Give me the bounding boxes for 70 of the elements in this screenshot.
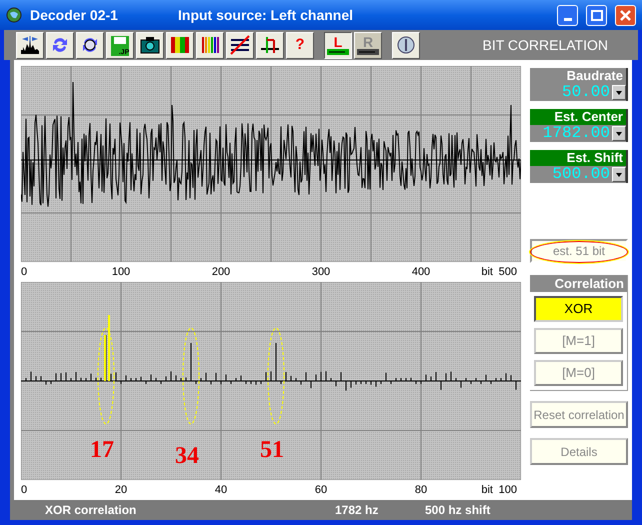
- group-title: Correlation: [530, 275, 627, 292]
- minimize-icon: [564, 18, 572, 20]
- toolbar-button[interactable]: [46, 32, 74, 58]
- caret-icon: [616, 90, 622, 94]
- field-label: Est. Shift: [530, 150, 626, 166]
- channel-button[interactable]: L: [324, 32, 352, 58]
- estimate-button[interactable]: est. 51 bit: [530, 239, 628, 263]
- marker-label: 17: [90, 436, 114, 465]
- dropdown-button[interactable]: [612, 85, 626, 100]
- minimize-button[interactable]: [557, 4, 578, 26]
- toolbar-button[interactable]: [166, 32, 194, 58]
- toolbar-button[interactable]: [256, 32, 284, 58]
- channel-button[interactable]: R: [354, 32, 382, 58]
- status-text: 500 hz shift: [425, 502, 490, 519]
- input-source-label: Input source: Left channel: [178, 6, 354, 25]
- caret-icon: [616, 132, 622, 136]
- marker-label: 51: [260, 436, 284, 465]
- dropdown-button[interactable]: [612, 167, 626, 182]
- crossed-grid-icon: [229, 34, 251, 56]
- action-button[interactable]: Reset correlation: [530, 401, 628, 428]
- field-label: Est. Center: [530, 109, 626, 125]
- value-field[interactable]: 50.00: [530, 84, 626, 101]
- camera-icon: [139, 34, 161, 56]
- axis-tick-label: 500: [498, 265, 517, 280]
- toolbar-button[interactable]: [136, 32, 164, 58]
- axis-tick-label: 60: [314, 483, 328, 498]
- spectrum-icon: [19, 34, 41, 56]
- axis-tick-label: 100: [112, 265, 130, 280]
- color-bars-icon: [169, 34, 191, 56]
- channel-meter-icon: [327, 49, 349, 55]
- axis-tick-label: 40: [214, 483, 228, 498]
- maximize-button[interactable]: [586, 4, 607, 26]
- color-lines-icon: [199, 34, 221, 56]
- power-icon: [395, 34, 417, 56]
- globe-icon: [6, 7, 22, 23]
- toolbar-button[interactable]: [16, 32, 44, 58]
- toolbar-button[interactable]: [392, 32, 420, 58]
- mode-button[interactable]: XOR: [534, 296, 623, 322]
- axis-unit-label: bit: [481, 265, 493, 280]
- close-icon: [620, 10, 631, 20]
- marker-label: 34: [175, 442, 199, 471]
- axis-tick-label: 20: [114, 483, 128, 498]
- window-title: Decoder 02-1: [30, 6, 119, 24]
- close-button[interactable]: [615, 4, 636, 26]
- toolbar-button[interactable]: [226, 32, 254, 58]
- value-field[interactable]: 500.00: [530, 166, 626, 183]
- axis-unit-label: bit: [481, 483, 493, 498]
- status-text: 1782 hz: [335, 502, 380, 519]
- axis-tick-label: 80: [414, 483, 428, 498]
- status-text: XOR correlation: [44, 502, 138, 519]
- axes-icon: [259, 34, 281, 56]
- axis-tick-label: 300: [312, 265, 330, 280]
- caret-icon: [616, 172, 622, 176]
- field-label: Baudrate: [530, 68, 626, 84]
- help-button[interactable]: ?: [286, 32, 314, 58]
- mode-button[interactable]: [M=1]: [534, 328, 623, 354]
- channel-meter-icon: [357, 49, 379, 55]
- panel-title: BIT CORRELATION: [482, 36, 608, 54]
- mode-button[interactable]: [M=0]: [534, 360, 623, 386]
- maximize-icon: [590, 10, 602, 20]
- toolbar-button[interactable]: [76, 32, 104, 58]
- axis-tick-label: 200: [212, 265, 230, 280]
- axis-tick-label: 0: [21, 483, 28, 498]
- axis-tick-label: 100: [498, 483, 517, 498]
- dropdown-button[interactable]: [612, 126, 626, 141]
- axis-tick-label: 0: [21, 265, 28, 280]
- toolbar-button[interactable]: [196, 32, 224, 58]
- axis-tick-label: 400: [412, 265, 430, 280]
- action-button[interactable]: Details: [530, 438, 628, 465]
- value-field[interactable]: 1782.00: [530, 125, 626, 142]
